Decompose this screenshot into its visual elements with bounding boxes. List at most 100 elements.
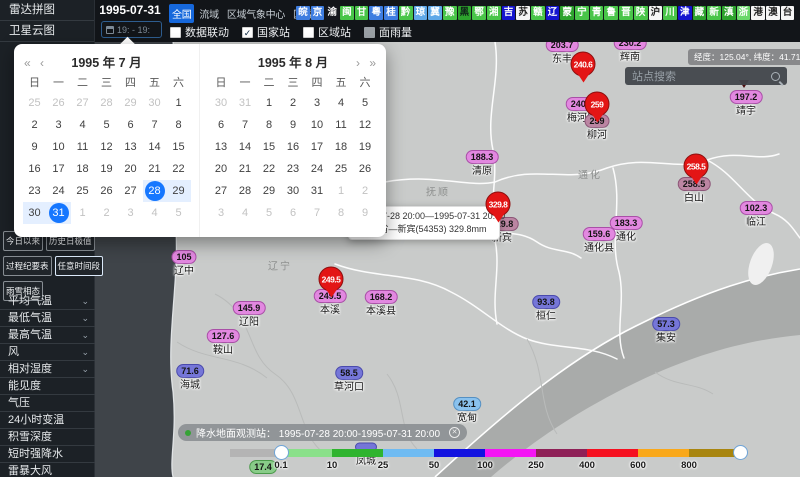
sidebar-item-积雪深度[interactable]: 积雪深度 bbox=[0, 429, 95, 446]
sidebar-item-最高气温[interactable]: 最高气温⌄ bbox=[0, 327, 95, 344]
province-button-赣[interactable]: 赣 bbox=[531, 6, 545, 20]
province-button-晋[interactable]: 晋 bbox=[619, 6, 633, 20]
prev-month-icon[interactable]: ‹ bbox=[40, 52, 44, 74]
calendar-day[interactable]: 28 bbox=[95, 92, 119, 114]
sidebar-item-卫星云图[interactable]: 卫星云图 bbox=[0, 21, 94, 42]
province-button-琼[interactable]: 琼 bbox=[414, 6, 428, 20]
sidebar-button-任意时间段[interactable]: 任意时间段 bbox=[55, 256, 104, 276]
calendar-day[interactable]: 30 bbox=[281, 180, 305, 202]
province-button-鲁[interactable]: 鲁 bbox=[604, 6, 618, 20]
calendar-day[interactable]: 5 bbox=[95, 114, 119, 136]
calendar-day[interactable]: 28 bbox=[143, 180, 167, 202]
calendar-day[interactable]: 7 bbox=[143, 114, 167, 136]
calendar-day[interactable]: 4 bbox=[329, 92, 353, 114]
station-pin-240.6[interactable]: 240.6 bbox=[571, 52, 596, 77]
calendar-day[interactable]: 30 bbox=[209, 92, 233, 114]
province-button-粤[interactable]: 粤 bbox=[369, 6, 383, 20]
calendar-day[interactable]: 29 bbox=[167, 180, 191, 202]
calendar-day[interactable]: 1 bbox=[71, 202, 95, 224]
calendar-day[interactable]: 4 bbox=[71, 114, 95, 136]
calendar-day[interactable]: 28 bbox=[233, 180, 257, 202]
calendar-day[interactable]: 20 bbox=[209, 158, 233, 180]
province-button-闽[interactable]: 闽 bbox=[340, 6, 354, 20]
calendar-day[interactable]: 5 bbox=[353, 92, 377, 114]
next-month-icon[interactable]: › bbox=[356, 52, 360, 74]
calendar-day[interactable]: 7 bbox=[233, 114, 257, 136]
sidebar-item-气压[interactable]: 气压 bbox=[0, 395, 95, 412]
station-pin-259[interactable]: 259 bbox=[585, 92, 610, 117]
tab-区域气象中心[interactable]: 区域气象中心 bbox=[224, 4, 288, 23]
calendar-day[interactable]: 13 bbox=[209, 136, 233, 158]
calendar-day[interactable]: 20 bbox=[119, 158, 143, 180]
province-button-鄂[interactable]: 鄂 bbox=[472, 6, 486, 20]
calendar-day[interactable]: 9 bbox=[281, 114, 305, 136]
checkbox-box-icon[interactable] bbox=[170, 27, 181, 38]
calendar-day[interactable]: 23 bbox=[23, 180, 47, 202]
station-badge-17.4[interactable]: 17.4 bbox=[249, 460, 277, 474]
calendar-day[interactable]: 21 bbox=[233, 158, 257, 180]
province-button-澳[interactable]: 澳 bbox=[766, 6, 780, 20]
station-pin-329.8[interactable]: 329.8 bbox=[486, 192, 511, 217]
calendar-day[interactable]: 13 bbox=[119, 136, 143, 158]
sidebar-item-短时强降水[interactable]: 短时强降水 bbox=[0, 446, 95, 463]
calendar-day[interactable]: 2 bbox=[281, 92, 305, 114]
calendar-day[interactable]: 29 bbox=[257, 180, 281, 202]
search-icon[interactable] bbox=[771, 72, 780, 81]
calendar-day[interactable]: 16 bbox=[281, 136, 305, 158]
province-button-渝[interactable]: 渝 bbox=[325, 6, 339, 20]
calendar-day[interactable]: 18 bbox=[329, 136, 353, 158]
calendar-day[interactable]: 2 bbox=[95, 202, 119, 224]
sidebar-item-雷达拼图[interactable]: 雷达拼图 bbox=[0, 0, 94, 21]
calendar-day[interactable]: 1 bbox=[329, 180, 353, 202]
tab-全国[interactable]: 全国 bbox=[169, 4, 194, 23]
calendar-day[interactable]: 26 bbox=[353, 158, 377, 180]
calendar-day[interactable]: 3 bbox=[209, 202, 233, 224]
calendar-day[interactable]: 4 bbox=[233, 202, 257, 224]
province-button-川[interactable]: 川 bbox=[663, 6, 677, 20]
province-button-青[interactable]: 青 bbox=[590, 6, 604, 20]
calendar-day[interactable]: 27 bbox=[71, 92, 95, 114]
province-button-桂[interactable]: 桂 bbox=[384, 6, 398, 20]
calendar-day[interactable]: 22 bbox=[167, 158, 191, 180]
province-button-宁[interactable]: 宁 bbox=[575, 6, 589, 20]
calendar-day[interactable]: 10 bbox=[47, 136, 71, 158]
calendar-day[interactable]: 26 bbox=[47, 92, 71, 114]
calendar-day[interactable]: 8 bbox=[329, 202, 353, 224]
sidebar-item-风[interactable]: 风⌄ bbox=[0, 344, 95, 361]
province-button-陕[interactable]: 陕 bbox=[634, 6, 648, 20]
sidebar-item-雷暴大风[interactable]: 雷暴大风 bbox=[0, 463, 95, 477]
calendar-day[interactable]: 6 bbox=[119, 114, 143, 136]
checkbox-box-icon[interactable] bbox=[364, 27, 375, 38]
calendar-day[interactable]: 11 bbox=[329, 114, 353, 136]
calendar-day[interactable]: 27 bbox=[209, 180, 233, 202]
province-button-藏[interactable]: 藏 bbox=[693, 6, 707, 20]
calendar-day[interactable]: 24 bbox=[47, 180, 71, 202]
calendar-day[interactable]: 18 bbox=[71, 158, 95, 180]
calendar-day[interactable]: 1 bbox=[167, 92, 191, 114]
calendar-day[interactable]: 15 bbox=[167, 136, 191, 158]
province-button-皖[interactable]: 皖 bbox=[296, 6, 310, 20]
calendar-day[interactable]: 24 bbox=[305, 158, 329, 180]
calendar-day[interactable]: 30 bbox=[23, 202, 47, 224]
calendar-day[interactable]: 15 bbox=[257, 136, 281, 158]
prev-year-icon[interactable]: « bbox=[24, 52, 31, 74]
calendar-day[interactable]: 31 bbox=[305, 180, 329, 202]
calendar-day[interactable]: 21 bbox=[143, 158, 167, 180]
province-button-甘[interactable]: 甘 bbox=[355, 6, 369, 20]
calendar-day[interactable]: 3 bbox=[119, 202, 143, 224]
calendar-day[interactable]: 16 bbox=[23, 158, 47, 180]
checkbox-数据联动[interactable]: 数据联动 bbox=[170, 24, 229, 40]
calendar-day[interactable]: 22 bbox=[257, 158, 281, 180]
sidebar-item-相对湿度[interactable]: 相对湿度⌄ bbox=[0, 361, 95, 378]
province-button-苏[interactable]: 苏 bbox=[516, 6, 530, 20]
calendar-day[interactable]: 7 bbox=[305, 202, 329, 224]
calendar-day[interactable]: 9 bbox=[353, 202, 377, 224]
calendar-day[interactable]: 9 bbox=[23, 136, 47, 158]
calendar-day[interactable]: 8 bbox=[167, 114, 191, 136]
sidebar-item-能见度[interactable]: 能见度 bbox=[0, 378, 95, 395]
province-button-津[interactable]: 津 bbox=[678, 6, 692, 20]
time-range-input[interactable]: 19: - 19: bbox=[101, 21, 162, 38]
selected-date[interactable]: 1995-07-31 bbox=[96, 3, 164, 17]
province-button-黑[interactable]: 黑 bbox=[458, 6, 472, 20]
sidebar-button-过程纪要表[interactable]: 过程纪要表 bbox=[3, 256, 52, 276]
